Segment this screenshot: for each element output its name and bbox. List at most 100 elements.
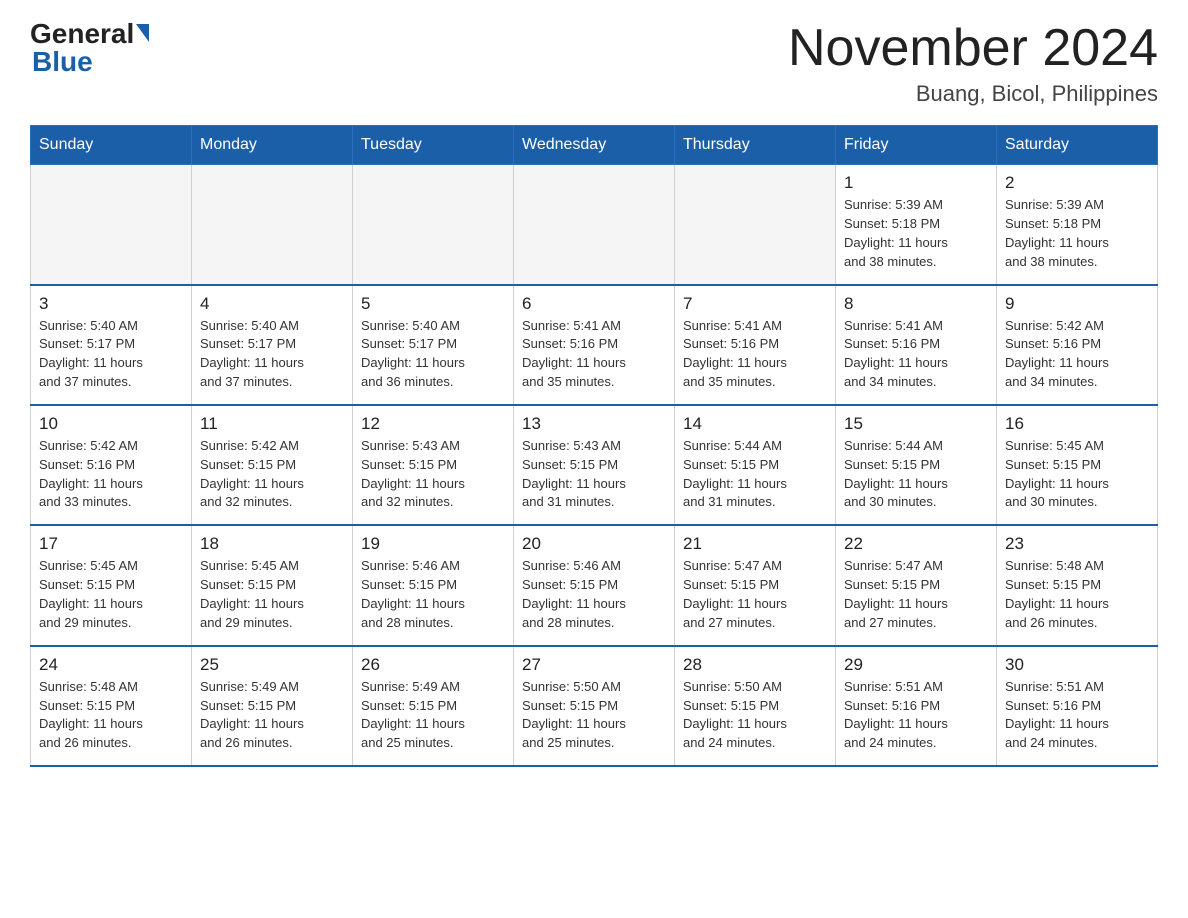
calendar-week-row: 1 Sunrise: 5:39 AM Sunset: 5:18 PM Daylig… bbox=[31, 165, 1158, 285]
calendar-cell: 27 Sunrise: 5:50 AM Sunset: 5:15 PM Dayli… bbox=[514, 646, 675, 766]
weekday-header-thursday: Thursday bbox=[675, 126, 836, 165]
day-info: Sunrise: 5:40 AM Sunset: 5:17 PM Dayligh… bbox=[200, 317, 344, 392]
day-number: 2 bbox=[1005, 173, 1149, 193]
title-block: November 2024 Buang, Bicol, Philippines bbox=[788, 20, 1158, 107]
calendar-week-row: 17 Sunrise: 5:45 AM Sunset: 5:15 PM Dayli… bbox=[31, 525, 1158, 645]
day-number: 13 bbox=[522, 414, 666, 434]
day-info: Sunrise: 5:48 AM Sunset: 5:15 PM Dayligh… bbox=[39, 678, 183, 753]
day-number: 7 bbox=[683, 294, 827, 314]
weekday-header-row: SundayMondayTuesdayWednesdayThursdayFrid… bbox=[31, 126, 1158, 165]
day-number: 16 bbox=[1005, 414, 1149, 434]
day-info: Sunrise: 5:44 AM Sunset: 5:15 PM Dayligh… bbox=[683, 437, 827, 512]
calendar-cell: 17 Sunrise: 5:45 AM Sunset: 5:15 PM Dayli… bbox=[31, 525, 192, 645]
calendar-cell: 30 Sunrise: 5:51 AM Sunset: 5:16 PM Dayli… bbox=[997, 646, 1158, 766]
logo-general-text: General bbox=[30, 20, 134, 48]
calendar-cell: 12 Sunrise: 5:43 AM Sunset: 5:15 PM Dayli… bbox=[353, 405, 514, 525]
day-info: Sunrise: 5:41 AM Sunset: 5:16 PM Dayligh… bbox=[522, 317, 666, 392]
day-info: Sunrise: 5:46 AM Sunset: 5:15 PM Dayligh… bbox=[361, 557, 505, 632]
calendar-cell: 20Sunrise: 5:46 AM Sunset: 5:15 PM Dayli… bbox=[514, 525, 675, 645]
calendar-cell bbox=[31, 165, 192, 285]
day-number: 18 bbox=[200, 534, 344, 554]
calendar-cell bbox=[353, 165, 514, 285]
day-number: 25 bbox=[200, 655, 344, 675]
calendar-cell: 5 Sunrise: 5:40 AM Sunset: 5:17 PM Daylig… bbox=[353, 285, 514, 405]
day-number: 14 bbox=[683, 414, 827, 434]
day-info: Sunrise: 5:43 AM Sunset: 5:15 PM Dayligh… bbox=[361, 437, 505, 512]
day-info: Sunrise: 5:45 AM Sunset: 5:15 PM Dayligh… bbox=[1005, 437, 1149, 512]
day-number: 5 bbox=[361, 294, 505, 314]
day-info: Sunrise: 5:40 AM Sunset: 5:17 PM Dayligh… bbox=[39, 317, 183, 392]
calendar-cell: 24 Sunrise: 5:48 AM Sunset: 5:15 PM Dayli… bbox=[31, 646, 192, 766]
calendar-cell: 22Sunrise: 5:47 AM Sunset: 5:15 PM Dayli… bbox=[836, 525, 997, 645]
day-number: 1 bbox=[844, 173, 988, 193]
calendar-cell: 7 Sunrise: 5:41 AM Sunset: 5:16 PM Daylig… bbox=[675, 285, 836, 405]
weekday-header-friday: Friday bbox=[836, 126, 997, 165]
calendar-week-row: 10Sunrise: 5:42 AM Sunset: 5:16 PM Dayli… bbox=[31, 405, 1158, 525]
calendar-cell: 28 Sunrise: 5:50 AM Sunset: 5:15 PM Dayli… bbox=[675, 646, 836, 766]
calendar-week-row: 24 Sunrise: 5:48 AM Sunset: 5:15 PM Dayli… bbox=[31, 646, 1158, 766]
day-info: Sunrise: 5:47 AM Sunset: 5:15 PM Dayligh… bbox=[844, 557, 988, 632]
calendar-cell: 10Sunrise: 5:42 AM Sunset: 5:16 PM Dayli… bbox=[31, 405, 192, 525]
calendar-cell: 18Sunrise: 5:45 AM Sunset: 5:15 PM Dayli… bbox=[192, 525, 353, 645]
day-info: Sunrise: 5:47 AM Sunset: 5:15 PM Dayligh… bbox=[683, 557, 827, 632]
day-info: Sunrise: 5:43 AM Sunset: 5:15 PM Dayligh… bbox=[522, 437, 666, 512]
calendar-cell: 9 Sunrise: 5:42 AM Sunset: 5:16 PM Daylig… bbox=[997, 285, 1158, 405]
calendar-cell: 11Sunrise: 5:42 AM Sunset: 5:15 PM Dayli… bbox=[192, 405, 353, 525]
calendar-cell: 4 Sunrise: 5:40 AM Sunset: 5:17 PM Daylig… bbox=[192, 285, 353, 405]
day-info: Sunrise: 5:50 AM Sunset: 5:15 PM Dayligh… bbox=[683, 678, 827, 753]
day-number: 27 bbox=[522, 655, 666, 675]
day-number: 11 bbox=[200, 414, 344, 434]
day-info: Sunrise: 5:39 AM Sunset: 5:18 PM Dayligh… bbox=[844, 196, 988, 271]
day-info: Sunrise: 5:48 AM Sunset: 5:15 PM Dayligh… bbox=[1005, 557, 1149, 632]
day-number: 17 bbox=[39, 534, 183, 554]
day-info: Sunrise: 5:44 AM Sunset: 5:15 PM Dayligh… bbox=[844, 437, 988, 512]
day-info: Sunrise: 5:39 AM Sunset: 5:18 PM Dayligh… bbox=[1005, 196, 1149, 271]
logo-arrow-icon bbox=[136, 24, 149, 42]
day-info: Sunrise: 5:41 AM Sunset: 5:16 PM Dayligh… bbox=[844, 317, 988, 392]
day-info: Sunrise: 5:51 AM Sunset: 5:16 PM Dayligh… bbox=[844, 678, 988, 753]
day-number: 8 bbox=[844, 294, 988, 314]
calendar-cell: 29 Sunrise: 5:51 AM Sunset: 5:16 PM Dayli… bbox=[836, 646, 997, 766]
calendar-cell: 25 Sunrise: 5:49 AM Sunset: 5:15 PM Dayli… bbox=[192, 646, 353, 766]
weekday-header-sunday: Sunday bbox=[31, 126, 192, 165]
day-number: 28 bbox=[683, 655, 827, 675]
day-info: Sunrise: 5:42 AM Sunset: 5:16 PM Dayligh… bbox=[1005, 317, 1149, 392]
day-number: 21 bbox=[683, 534, 827, 554]
day-info: Sunrise: 5:50 AM Sunset: 5:15 PM Dayligh… bbox=[522, 678, 666, 753]
day-number: 30 bbox=[1005, 655, 1149, 675]
day-info: Sunrise: 5:41 AM Sunset: 5:16 PM Dayligh… bbox=[683, 317, 827, 392]
day-number: 3 bbox=[39, 294, 183, 314]
day-info: Sunrise: 5:49 AM Sunset: 5:15 PM Dayligh… bbox=[361, 678, 505, 753]
calendar-cell: 1 Sunrise: 5:39 AM Sunset: 5:18 PM Daylig… bbox=[836, 165, 997, 285]
day-info: Sunrise: 5:40 AM Sunset: 5:17 PM Dayligh… bbox=[361, 317, 505, 392]
day-number: 4 bbox=[200, 294, 344, 314]
calendar-cell: 23 Sunrise: 5:48 AM Sunset: 5:15 PM Dayli… bbox=[997, 525, 1158, 645]
main-title: November 2024 bbox=[788, 20, 1158, 77]
weekday-header-tuesday: Tuesday bbox=[353, 126, 514, 165]
calendar-cell: 14 Sunrise: 5:44 AM Sunset: 5:15 PM Dayli… bbox=[675, 405, 836, 525]
calendar-cell bbox=[675, 165, 836, 285]
day-number: 9 bbox=[1005, 294, 1149, 314]
calendar-cell: 2 Sunrise: 5:39 AM Sunset: 5:18 PM Daylig… bbox=[997, 165, 1158, 285]
day-number: 12 bbox=[361, 414, 505, 434]
calendar-cell: 26 Sunrise: 5:49 AM Sunset: 5:15 PM Dayli… bbox=[353, 646, 514, 766]
calendar-cell: 8 Sunrise: 5:41 AM Sunset: 5:16 PM Daylig… bbox=[836, 285, 997, 405]
day-info: Sunrise: 5:45 AM Sunset: 5:15 PM Dayligh… bbox=[39, 557, 183, 632]
calendar-cell bbox=[192, 165, 353, 285]
calendar-cell: 19Sunrise: 5:46 AM Sunset: 5:15 PM Dayli… bbox=[353, 525, 514, 645]
logo: General Blue bbox=[30, 20, 149, 78]
calendar-cell bbox=[514, 165, 675, 285]
calendar-cell: 6Sunrise: 5:41 AM Sunset: 5:16 PM Daylig… bbox=[514, 285, 675, 405]
calendar-cell: 15Sunrise: 5:44 AM Sunset: 5:15 PM Dayli… bbox=[836, 405, 997, 525]
logo-blue-text: Blue bbox=[32, 46, 93, 78]
calendar-cell: 16 Sunrise: 5:45 AM Sunset: 5:15 PM Dayli… bbox=[997, 405, 1158, 525]
day-number: 29 bbox=[844, 655, 988, 675]
page-header: General Blue November 2024 Buang, Bicol,… bbox=[30, 20, 1158, 107]
day-number: 23 bbox=[1005, 534, 1149, 554]
calendar-cell: 3 Sunrise: 5:40 AM Sunset: 5:17 PM Daylig… bbox=[31, 285, 192, 405]
day-number: 10 bbox=[39, 414, 183, 434]
day-info: Sunrise: 5:49 AM Sunset: 5:15 PM Dayligh… bbox=[200, 678, 344, 753]
day-info: Sunrise: 5:51 AM Sunset: 5:16 PM Dayligh… bbox=[1005, 678, 1149, 753]
day-number: 24 bbox=[39, 655, 183, 675]
day-number: 26 bbox=[361, 655, 505, 675]
